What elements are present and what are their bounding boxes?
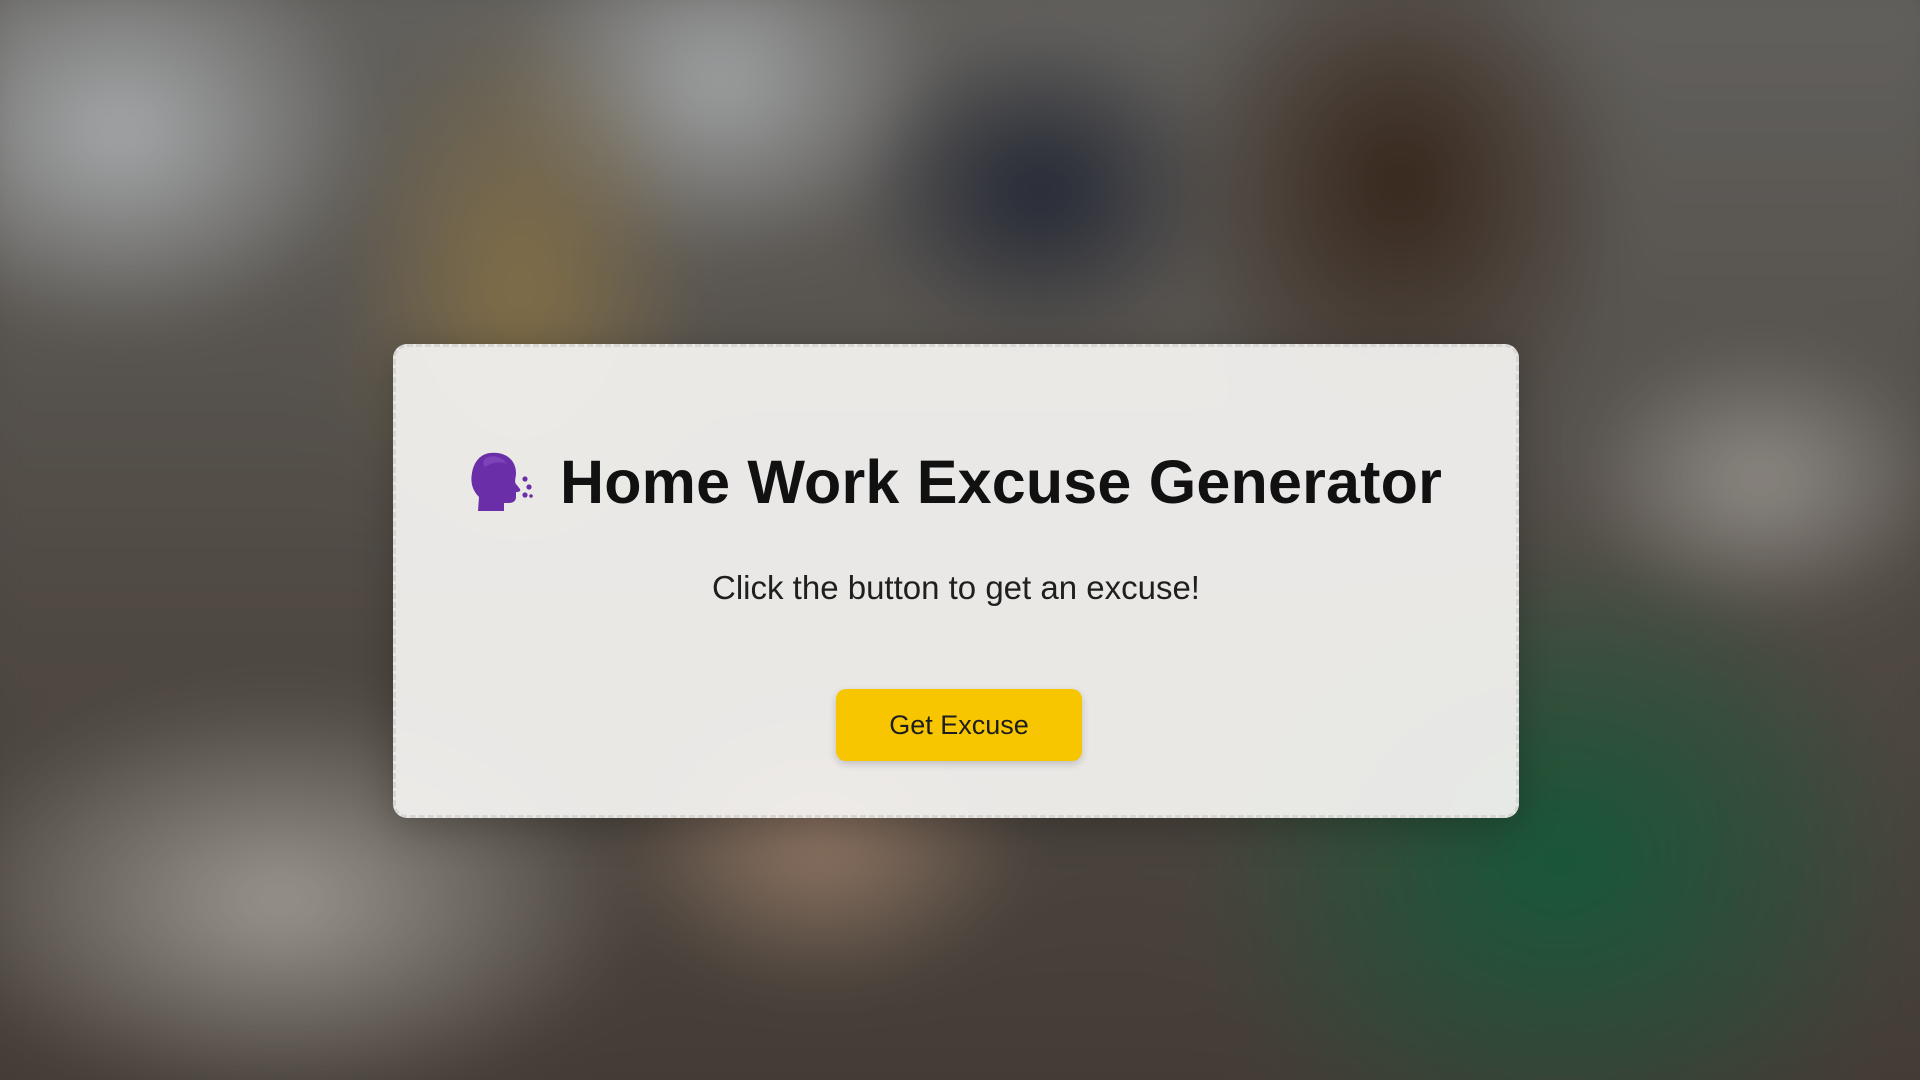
page-title: Home Work Excuse Generator	[559, 447, 1443, 516]
title-row: Home Work Excuse Generator	[396, 451, 1516, 513]
instruction-text: Click the button to get an excuse!	[712, 569, 1200, 606]
excuse-card: Home Work Excuse Generator Click the but…	[393, 344, 1519, 818]
speaking-head-icon	[470, 451, 534, 513]
get-excuse-button[interactable]: Get Excuse	[836, 689, 1082, 761]
page: Home Work Excuse Generator Click the but…	[0, 0, 1920, 1080]
